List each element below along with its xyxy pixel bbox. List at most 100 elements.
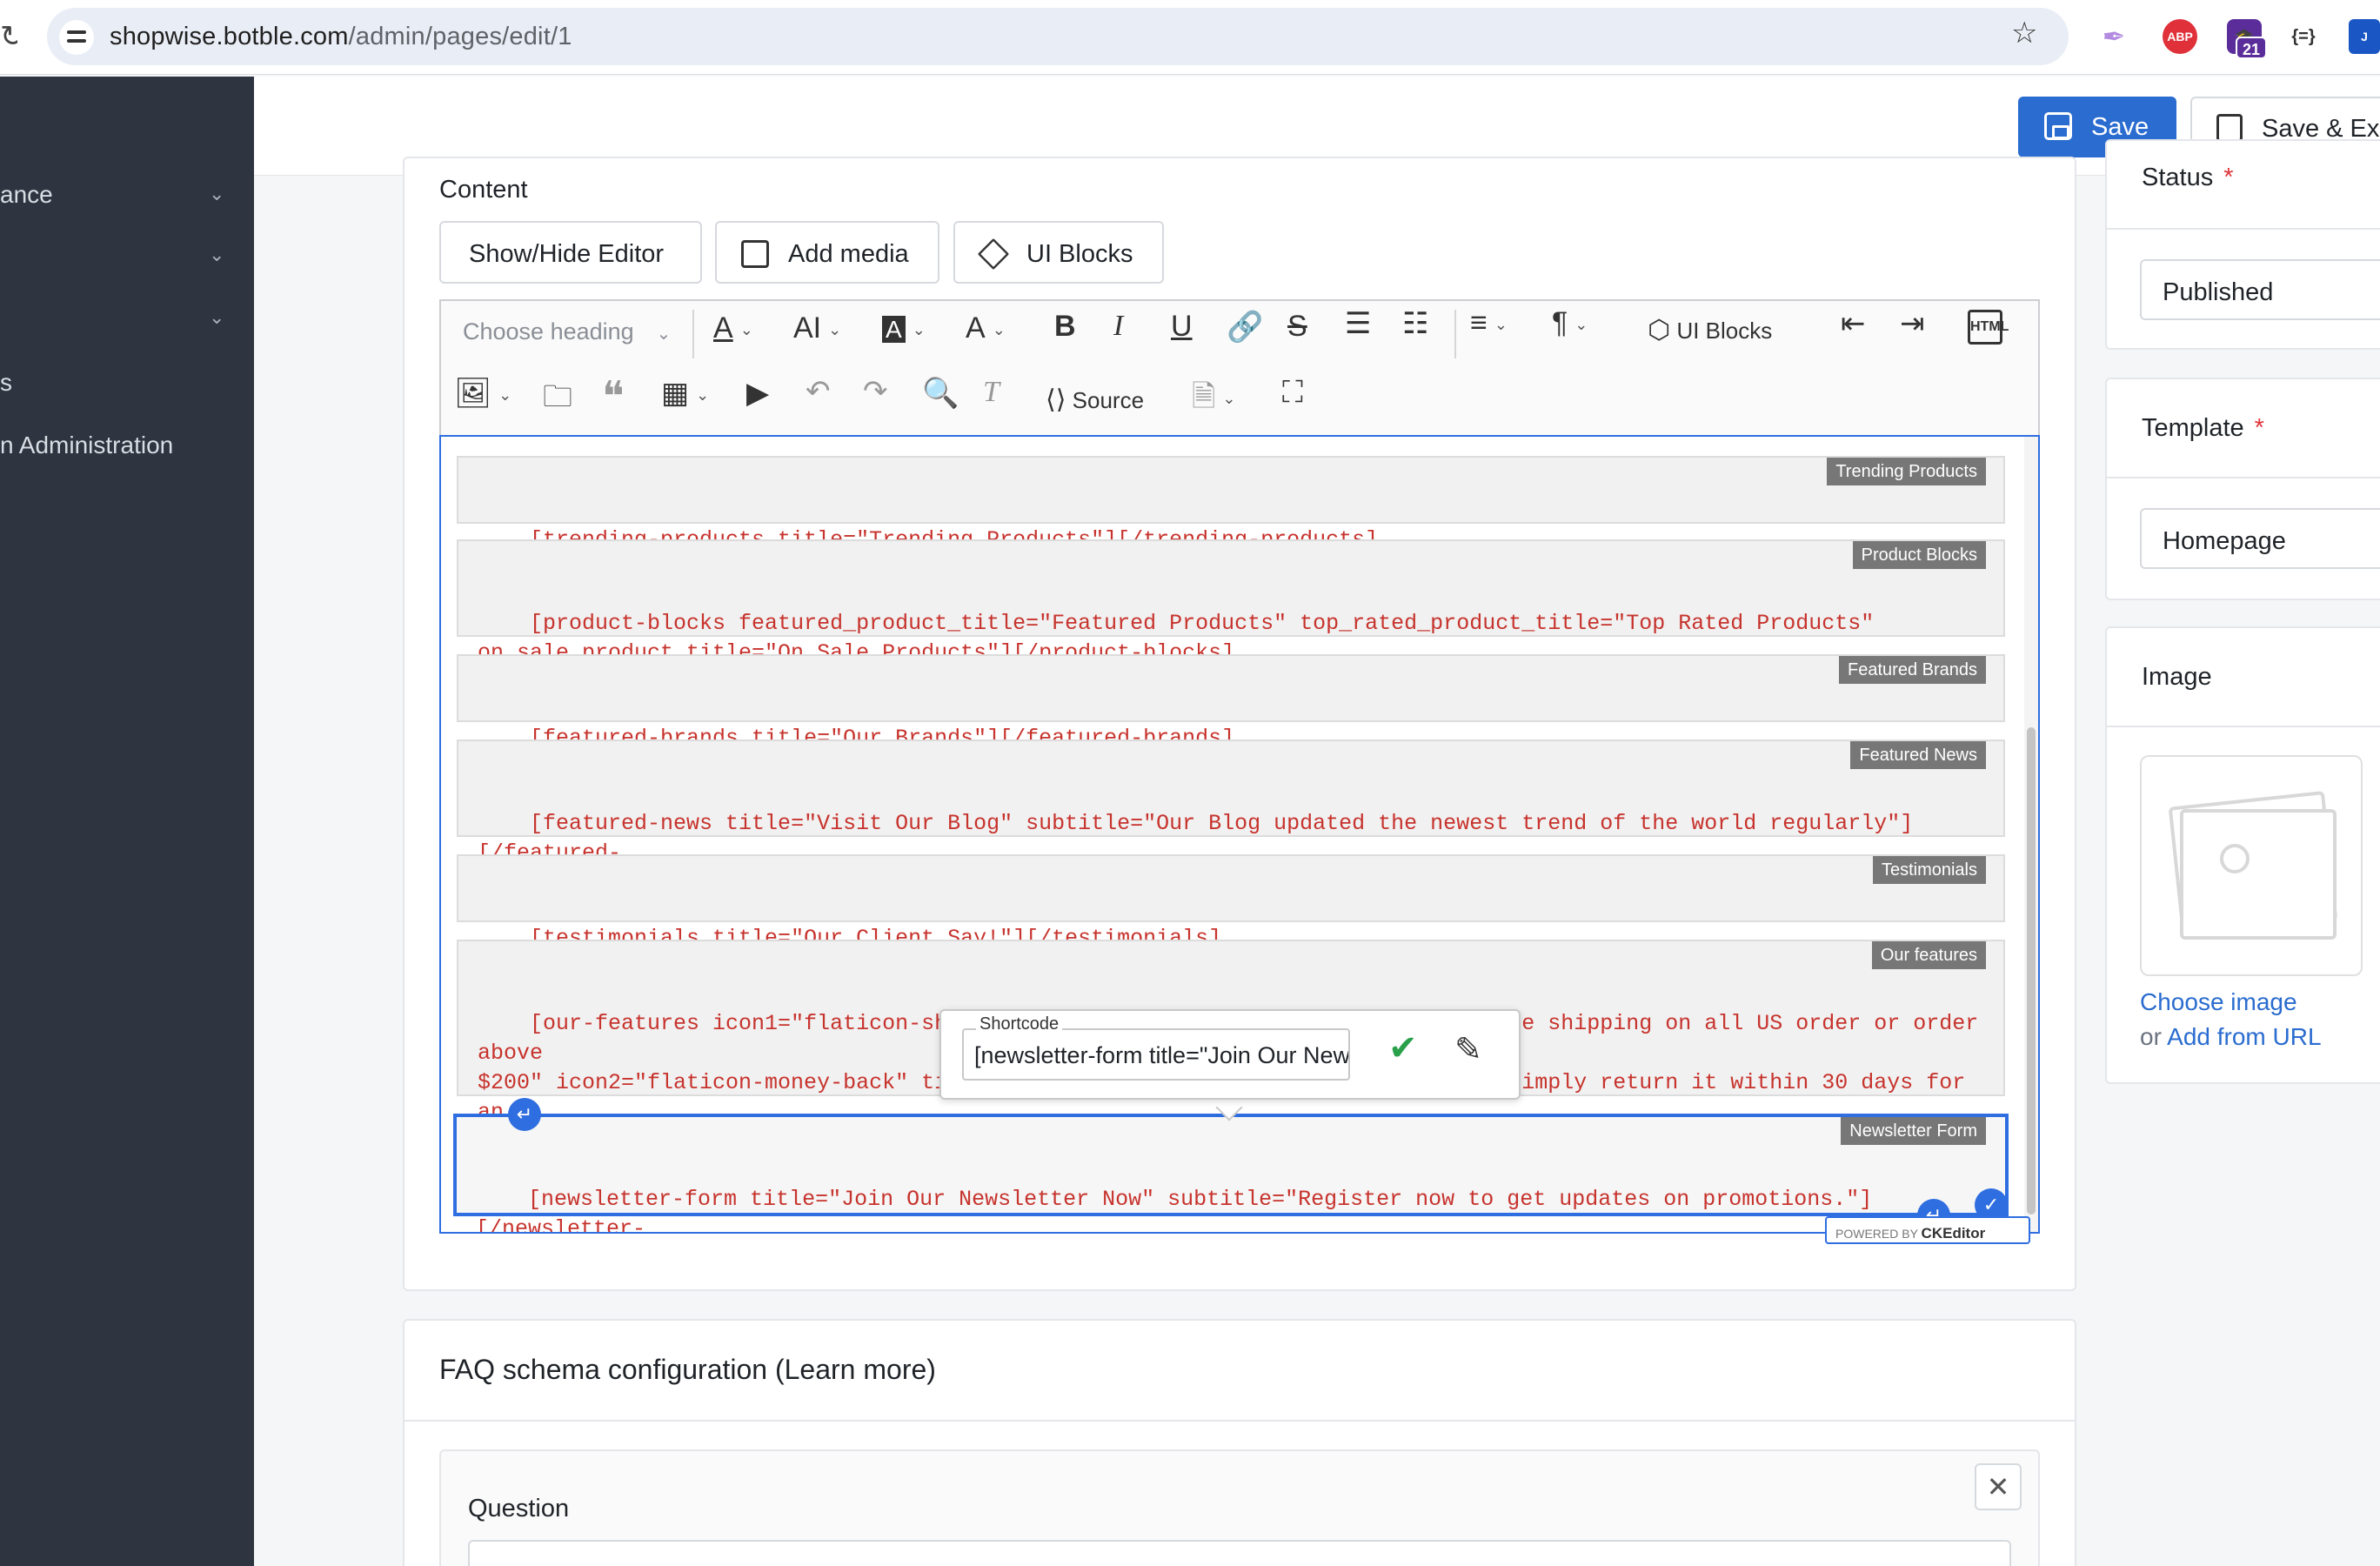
toolbar-ui-blocks-label: UI Blocks (1676, 318, 1773, 344)
image-placeholder[interactable] (2140, 755, 2363, 976)
pilcrow-icon: ¶ (1552, 306, 1568, 339)
sidebar-item-appearance[interactable]: ance ⌄ (0, 181, 254, 209)
sidebar-item-label: n Administration (0, 432, 174, 458)
alignment-button[interactable]: ≡ ⌄ (1470, 306, 1508, 340)
html-embed-button[interactable]: HTML (1968, 310, 2009, 345)
find-replace-button[interactable]: 🔍 (922, 376, 959, 411)
template-label-text: Template (2142, 414, 2244, 442)
image-upload-icon: 🖼 (454, 377, 492, 410)
media-library-button[interactable]: 🗀 (543, 376, 572, 425)
template-selected-value: Homepage (2163, 527, 2286, 555)
widget-type-label: Trending Products (1827, 458, 1986, 485)
adblock-extension-icon[interactable]: ABP (2163, 19, 2197, 54)
image-label: Image (2142, 663, 2212, 691)
feather-extension-icon[interactable]: ✒ (2096, 19, 2131, 54)
or-text: or (2140, 1023, 2162, 1050)
source-button[interactable]: ⟨⟩ Source (1046, 385, 1144, 415)
chevron-down-icon: ⌄ (498, 385, 512, 404)
numbered-list-icon: ☷ (1402, 307, 1429, 340)
required-asterisk: * (2223, 164, 2234, 191)
add-from-url-link[interactable]: Add from URL (2167, 1023, 2321, 1050)
template-select[interactable]: Homepage (2140, 508, 2380, 569)
heading-dropdown[interactable]: Choose heading ⌄ (463, 318, 671, 345)
show-hide-editor-label: Show/Hide Editor (469, 240, 665, 268)
add-from-url-line: or Add from URL (2140, 1023, 2322, 1051)
shortcode-widget-product-blocks[interactable]: Product Blocks [product-blocks featured_… (457, 539, 2005, 666)
sidebar-item-4[interactable]: s (0, 369, 254, 397)
toolbar-ui-blocks-button[interactable]: ⬡ UI Blocks (1648, 315, 1772, 345)
reload-icon[interactable]: ↻ (0, 19, 17, 54)
powered-by-ckeditor-badge[interactable]: POWERED BY CKEditor (1825, 1216, 2030, 1244)
link-icon: 🔗 (1227, 311, 1264, 344)
editor-scrollbar-thumb[interactable] (2027, 727, 2036, 1215)
bold-icon: B (1054, 310, 1076, 343)
bulleted-list-button[interactable]: ☰ (1345, 306, 1371, 341)
sidebar-item-administration[interactable]: n Administration (0, 432, 254, 459)
shortcode-widget-featured-brands[interactable]: Featured Brands [featured-brands title="… (457, 654, 2005, 751)
shortcode-widget-newsletter-form[interactable]: Newsletter Form [newsletter-form title="… (453, 1114, 2009, 1232)
shortcode-widget-featured-news[interactable]: Featured News [featured-news title="Visi… (457, 740, 2005, 895)
exit-icon (2216, 114, 2243, 142)
font-color-button[interactable]: A ⌄ (713, 311, 753, 345)
blockquote-button[interactable]: ❝ (602, 372, 625, 421)
template-icon: 🗎 (1192, 380, 1216, 413)
insert-paragraph-before-icon[interactable]: ↵ (508, 1098, 541, 1131)
status-select[interactable]: Published (2140, 259, 2380, 320)
confirm-check-icon[interactable]: ✔ (1388, 1028, 1418, 1068)
insert-table-button[interactable]: ▦ ⌄ (661, 376, 709, 411)
json-extension-icon[interactable]: {=} (2286, 19, 2321, 54)
italic-icon: I (1113, 310, 1124, 342)
fullscreen-button[interactable]: ⛶ (1282, 376, 1303, 410)
faq-divider (403, 1420, 2076, 1422)
editor-content-area[interactable]: Trending Products [trending-products tit… (439, 435, 2040, 1234)
template-button[interactable]: 🗎 ⌄ (1192, 376, 1235, 425)
numbered-list-button[interactable]: ☷ (1402, 306, 1428, 341)
toolbar-separator (692, 310, 694, 358)
redo-button[interactable]: ↷ (863, 374, 888, 409)
edit-pencil-icon[interactable]: ✎ (1454, 1030, 1482, 1069)
paragraph-direction-button[interactable]: ¶ ⌄ (1552, 306, 1588, 340)
admin-sidebar (0, 77, 254, 1566)
bookmark-star-icon[interactable]: ☆ (2011, 16, 2037, 50)
ui-blocks-button[interactable]: UI Blocks (953, 221, 1164, 284)
font-background-button[interactable]: A ⌄ (882, 311, 926, 345)
image-icon (741, 240, 769, 268)
widget-type-label: Product Blocks (1852, 541, 1986, 569)
media-embed-button[interactable]: ▶ (746, 376, 769, 411)
jira-extension-icon[interactable]: J (2349, 19, 2380, 54)
chevron-down-icon: ⌄ (1574, 315, 1588, 333)
chevron-down-icon: ⌄ (1222, 389, 1236, 407)
widget-type-label: Featured News (1850, 741, 1986, 769)
strikethrough-button[interactable]: S (1287, 310, 1307, 344)
shortcode-balloon-panel: [newsletter-form title="Join Our Newslet… (939, 1009, 1521, 1100)
address-bar[interactable]: shopwise.botble.com/admin/pages/edit/1 (47, 8, 2069, 65)
remove-format-button[interactable]: T (983, 376, 999, 409)
strikethrough-icon: S (1287, 310, 1307, 343)
site-info-icon[interactable] (59, 20, 94, 55)
font-family-icon: A (966, 311, 986, 345)
underline-button[interactable]: U (1171, 310, 1193, 344)
close-icon[interactable]: ✕ (1975, 1463, 2022, 1510)
bold-button[interactable]: B (1054, 310, 1076, 344)
undo-button[interactable]: ↶ (806, 374, 831, 409)
url-text: shopwise.botble.com/admin/pages/edit/1 (110, 23, 572, 51)
floppy-disk-icon (2044, 112, 2072, 140)
insert-image-button[interactable]: 🖼 ⌄ (454, 376, 511, 411)
show-hide-editor-button[interactable]: Show/Hide Editor (439, 221, 702, 284)
shortcode-widget-trending-products[interactable]: Trending Products [trending-products tit… (457, 456, 2005, 552)
shortcode-input[interactable]: [newsletter-form title="Join Our Newslet… (962, 1028, 1350, 1081)
faq-question-input[interactable] (468, 1540, 2011, 1566)
choose-image-link[interactable]: Choose image (2140, 988, 2297, 1016)
bulleted-list-icon: ☰ (1345, 307, 1372, 340)
font-size-button[interactable]: AI ⌄ (793, 311, 841, 345)
indent-button[interactable]: ⇥ (1900, 306, 1925, 341)
link-button[interactable]: 🔗 (1227, 310, 1263, 345)
outdent-button[interactable]: ⇤ (1841, 306, 1866, 341)
font-family-button[interactable]: A ⌄ (966, 311, 1006, 345)
italic-button[interactable]: I (1113, 310, 1123, 343)
shortcode-widget-testimonials[interactable]: Testimonials [testimonials title="Our Cl… (457, 854, 2005, 951)
ui-blocks-label: UI Blocks (1026, 240, 1133, 268)
status-selected-value: Published (2163, 278, 2274, 306)
add-media-button[interactable]: Add media (715, 221, 939, 284)
widget-shortcode-text: [newsletter-form title="Join Our Newslet… (476, 1187, 1873, 1234)
